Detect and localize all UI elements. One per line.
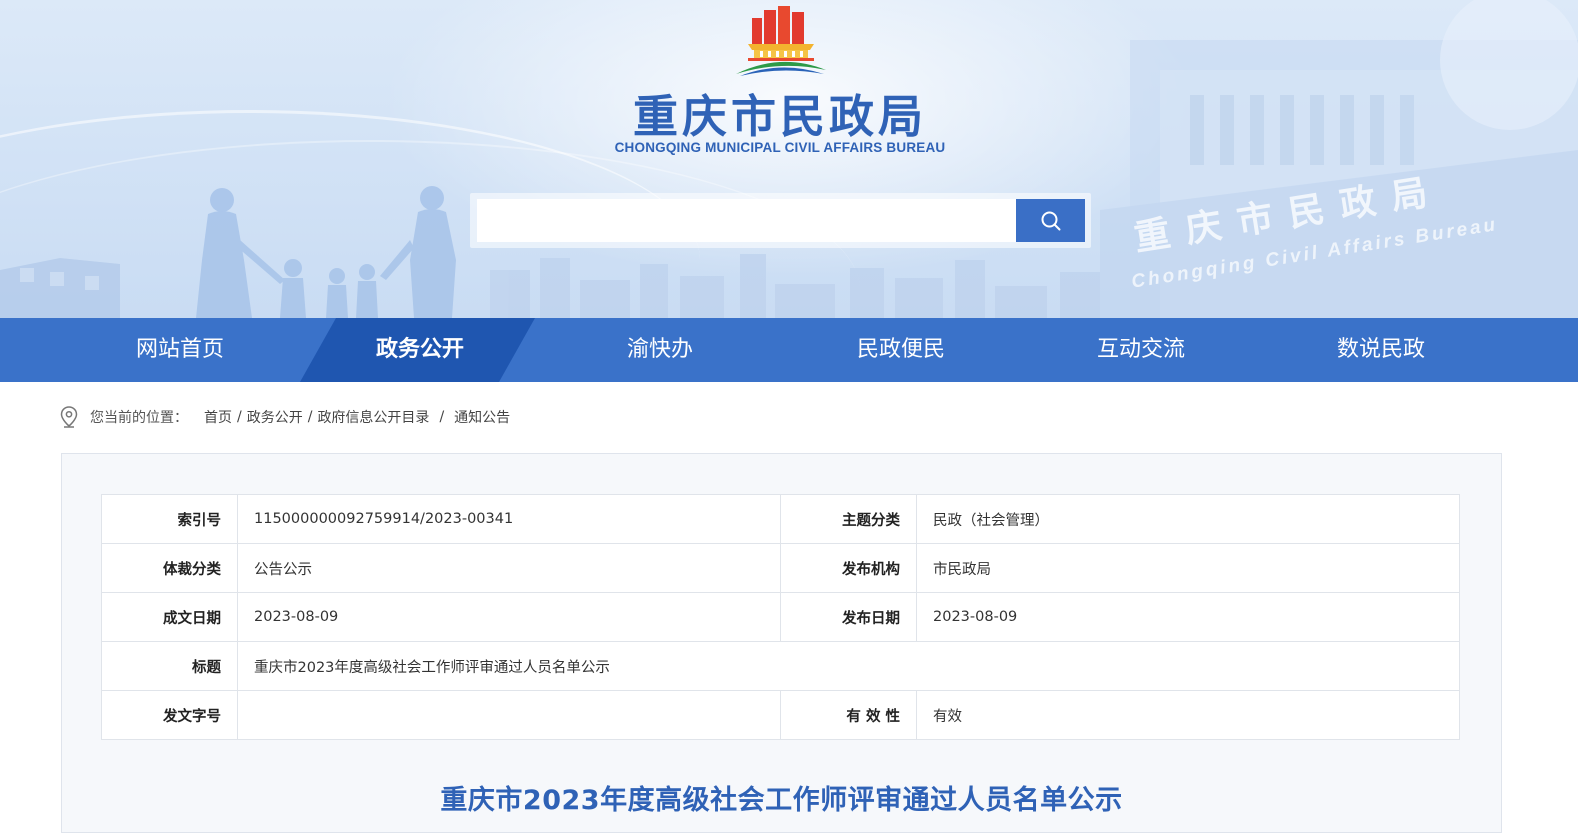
nav-item-interaction[interactable]: 互动交流 [1021,318,1261,382]
search-button[interactable] [1016,199,1085,242]
meta-value-doc-no [237,690,781,740]
nav-item-services[interactable]: 民政便民 [781,318,1021,382]
main-nav: 网站首页 政务公开 渝快办 民政便民 互动交流 数说民政 [0,318,1578,382]
nav-item-home[interactable]: 网站首页 [60,318,300,382]
meta-key-publisher: 发布机构 [780,543,917,593]
site-title: 重庆市民政局 [632,90,927,143]
meta-key-created: 成文日期 [101,592,238,642]
meta-key-validity: 有 效 性 [780,690,917,740]
table-row: 标题 重庆市2023年度高级社会工作师评审通过人员名单公示 [101,641,1460,691]
meta-value-publisher: 市民政局 [916,543,1460,593]
meta-key-topic: 主题分类 [780,494,917,544]
header-banner: 重庆市民政局 Chongqing Civil Affairs Bureau 重庆… [0,0,1578,318]
location-pin-icon [60,406,78,428]
meta-key-index: 索引号 [101,494,238,544]
breadcrumb-info-catalog[interactable]: 政府信息公开目录 [317,407,429,427]
document-metadata-table: 索引号 115000000092759914/2023-00341 主题分类 民… [101,494,1460,740]
table-row: 体裁分类 公告公示 发布机构 市民政局 [101,543,1460,593]
article-title: 重庆市2023年度高级社会工作师评审通过人员名单公示 [440,785,1123,816]
breadcrumb-separator: / [439,409,445,425]
nav-item-data[interactable]: 数说民政 [1261,318,1501,382]
nav-item-yukuaiban[interactable]: 渝快办 [540,318,780,382]
nav-item-gov-affairs[interactable]: 政务公开 [300,318,540,382]
meta-value-title: 重庆市2023年度高级社会工作师评审通过人员名单公示 [237,641,1460,691]
meta-key-published: 发布日期 [780,592,917,642]
breadcrumb-separator: / [237,409,242,425]
bureau-logo-icon [736,6,826,76]
breadcrumb: 您当前的位置： 首页 / 政务公开 / 政府信息公开目录 / 通知公告 [60,405,510,429]
breadcrumb-home[interactable]: 首页 [204,407,232,427]
meta-key-genre: 体裁分类 [101,543,238,593]
breadcrumb-label: 您当前的位置： [90,410,188,426]
breadcrumb-notices[interactable]: 通知公告 [454,407,510,427]
meta-value-validity: 有效 [916,690,1460,740]
meta-key-title: 标题 [101,641,238,691]
meta-value-created: 2023-08-09 [237,592,781,642]
meta-value-topic: 民政（社会管理） [916,494,1460,544]
site-title-en: CHONGQING MUNICIPAL CIVIL AFFAIRS BUREAU [614,140,946,155]
table-row: 成文日期 2023-08-09 发布日期 2023-08-09 [101,592,1460,642]
breadcrumb-gov-affairs[interactable]: 政务公开 [247,407,303,427]
search-icon [1041,211,1060,230]
table-row: 索引号 115000000092759914/2023-00341 主题分类 民… [101,494,1460,544]
table-row: 发文字号 有 效 性 有效 [101,690,1460,740]
breadcrumb-separator: / [307,409,313,425]
meta-value-published: 2023-08-09 [916,592,1460,642]
search-input[interactable] [477,199,1017,242]
meta-value-index: 115000000092759914/2023-00341 [237,494,781,544]
meta-key-doc-no: 发文字号 [101,690,238,740]
meta-value-genre: 公告公示 [237,543,781,593]
